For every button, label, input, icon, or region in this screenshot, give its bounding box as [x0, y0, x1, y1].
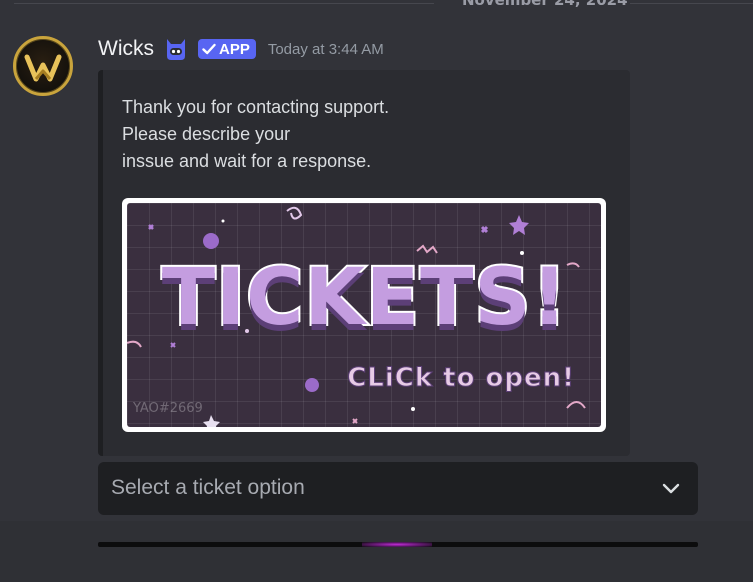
chevron-down-icon[interactable] [662, 481, 680, 495]
select-placeholder: Select a ticket option [111, 476, 305, 499]
tickets-banner: TICKETS! CLiCk to open! YAO#2669 [127, 203, 601, 427]
message-embed: Thank you for contacting support. Please… [98, 70, 630, 456]
embed-description-line: inssue and wait for a response. [122, 151, 372, 171]
banner-subline: CLiCk to open! [347, 363, 575, 394]
preview-glow [362, 542, 432, 547]
embed-description-line: Please describe your [122, 124, 291, 144]
date-divider: November 24, 2024 [14, 0, 753, 10]
embed-description-line: Thank you for contacting support. [122, 97, 390, 117]
check-icon [202, 43, 216, 55]
banner-headline: TICKETS! [160, 251, 569, 345]
author-name[interactable]: Wicks [98, 37, 154, 61]
chat-screen: November 24, 2024 Wicks APP Today at 3:4… [0, 0, 753, 582]
avatar[interactable] [13, 36, 73, 96]
message-header: Wicks APP Today at 3:44 AM [98, 35, 384, 63]
app-tag: APP [198, 39, 256, 59]
message-timestamp[interactable]: Today at 3:44 AM [268, 41, 384, 58]
bot-face-icon [167, 39, 185, 60]
app-tag-label: APP [219, 40, 250, 58]
divider-line [630, 3, 753, 4]
divider-date: November 24, 2024 [462, 0, 628, 9]
embed-description: Thank you for contacting support. Please… [122, 94, 389, 175]
wicks-w-logo-icon [24, 54, 62, 82]
embed-image[interactable]: TICKETS! CLiCk to open! YAO#2669 [122, 198, 606, 432]
message-spacer [0, 521, 753, 582]
next-message-preview [98, 542, 698, 547]
divider-line [14, 3, 434, 4]
ticket-option-select[interactable]: Select a ticket option [98, 462, 698, 515]
banner-watermark: YAO#2669 [133, 401, 203, 416]
